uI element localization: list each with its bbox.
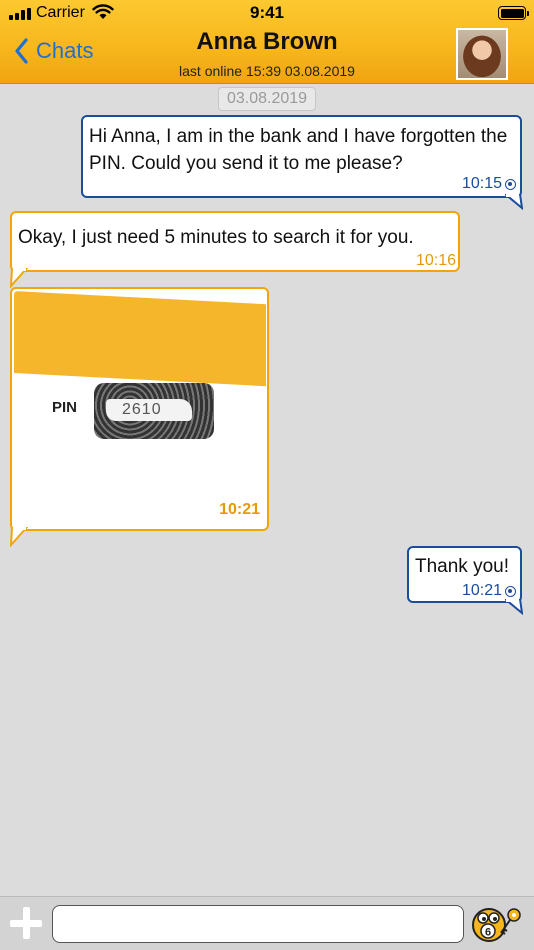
message-bubble-outgoing[interactable]: Hi Anna, I am in the bank and I have for… (81, 115, 522, 198)
status-bar: Carrier 9:41 (0, 0, 534, 26)
plus-icon[interactable] (10, 907, 42, 939)
message-time: 10:21 (219, 501, 260, 518)
message-bubble-incoming[interactable]: Okay, I just need 5 minutes to search it… (10, 211, 460, 272)
message-input[interactable] (52, 905, 464, 943)
photo-yellow-band (14, 291, 266, 387)
photo-pin-code: 2610 (122, 401, 162, 418)
message-text: Okay, I just need 5 minutes to search it… (18, 227, 414, 248)
last-online-status: last online 15:39 03.08.2019 (179, 63, 355, 79)
mascot-badge-count: 6 (485, 927, 491, 939)
mascot-key-icon[interactable]: 6 (470, 901, 526, 947)
read-status-icon (505, 179, 516, 190)
bubble-tail (10, 527, 28, 547)
battery-icon (498, 6, 529, 20)
bubble-tail (505, 194, 523, 210)
message-composer: 6 (0, 896, 534, 950)
photo-pin-label: PIN (52, 399, 78, 416)
message-time: 10:21 (461, 582, 502, 599)
message-text: Thank you! (415, 556, 509, 577)
message-text: Hi Anna, I am in the bank and I have for… (89, 126, 508, 174)
pin-photo[interactable]: PIN 2610 10:21 (14, 291, 266, 527)
navigation-header: Carrier 9:41 Chats Anna Brown last onlin… (0, 0, 534, 84)
read-status-icon (505, 586, 516, 597)
date-separator: 03.08.2019 (218, 87, 316, 111)
message-time: 10:15 (461, 175, 502, 192)
status-time: 9:41 (249, 3, 285, 22)
message-bubble-photo[interactable]: PIN 2610 10:21 (10, 287, 269, 531)
message-bubble-outgoing[interactable]: Thank you! 10:21 (407, 546, 522, 603)
bubble-tail (10, 268, 28, 288)
contact-name[interactable]: Anna Brown (0, 28, 534, 56)
bubble-tail (505, 599, 523, 615)
contact-avatar[interactable] (456, 28, 508, 80)
message-time: 10:16 (415, 252, 456, 269)
